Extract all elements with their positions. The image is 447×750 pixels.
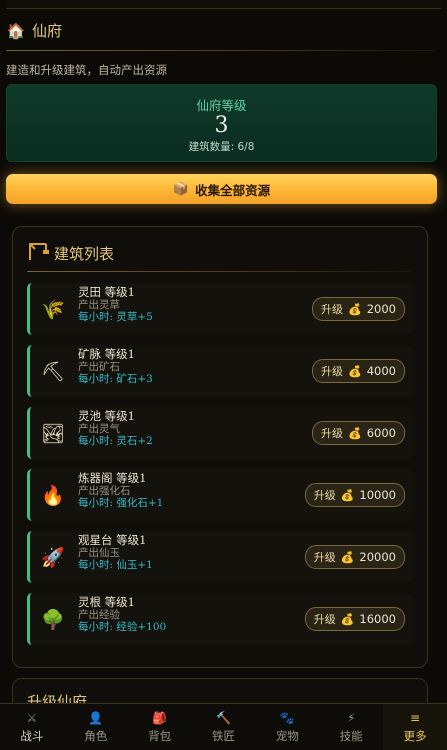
section-header: 🏠 仙府 <box>6 20 62 41</box>
money-bag-icon: 💰 <box>348 364 362 378</box>
lightning-icon: ⚡ <box>347 711 356 725</box>
grain-icon: 🌾 <box>41 298 65 321</box>
paw-icon: 🐾 <box>279 711 295 725</box>
collect-all-button[interactable]: 📦 收集全部资源 <box>6 174 437 204</box>
pickaxe-icon: ⛏ <box>40 360 66 383</box>
building-row: 🌾 灵田 等级1 产出灵草 每小时: 灵草+5 升级 💰 2000 <box>27 283 413 335</box>
rocket-icon: 🚀 <box>41 546 65 569</box>
building-rate: 每小时: 灵草+5 <box>78 311 153 323</box>
bag-icon: 🎒 <box>152 711 168 725</box>
box-icon: 📦 <box>172 181 190 197</box>
building-count: 建筑数量: 6/8 <box>188 141 255 153</box>
building-row: 🔥 炼器阁 等级1 产出强化石 每小时: 强化石+1 升级 💰 10000 <box>27 469 413 521</box>
nav-battle[interactable]: ⚔ 战斗 <box>0 704 64 750</box>
upgrade-button[interactable]: 升级 💰 6000 <box>312 421 405 445</box>
header-divider <box>6 50 435 51</box>
building-name: 炼器阁 等级1 <box>78 471 147 485</box>
building-produce: 产出灵气 <box>78 422 120 435</box>
building-name: 灵根 等级1 <box>78 595 135 609</box>
building-name: 灵池 等级1 <box>78 409 135 423</box>
nav-bag[interactable]: 🎒 背包 <box>128 704 192 750</box>
building-rate: 每小时: 矿石+3 <box>78 373 153 385</box>
upgrade-button[interactable]: 升级 💰 10000 <box>304 483 405 507</box>
upgrade-button[interactable]: 升级 💰 2000 <box>312 297 405 321</box>
upgrade-cost: 6000 <box>366 426 396 440</box>
building-rate: 每小时: 经验+100 <box>78 621 167 633</box>
nav-label: 技能 <box>339 729 363 743</box>
building-row: 🚀 观星台 等级1 产出仙玉 每小时: 仙玉+1 升级 💰 20000 <box>27 531 413 583</box>
building-produce: 产出灵草 <box>78 298 120 311</box>
upgrade-button[interactable]: 升级 💰 20000 <box>304 545 405 569</box>
building-produce: 产出矿石 <box>78 360 120 373</box>
building-produce: 产出经验 <box>78 608 120 621</box>
nav-label: 宠物 <box>275 729 299 743</box>
nav-skills[interactable]: ⚡ 技能 <box>319 704 383 750</box>
money-bag-icon: 💰 <box>340 488 355 502</box>
building-rate: 每小时: 强化石+1 <box>78 497 164 509</box>
building-produce: 产出仙玉 <box>78 546 120 559</box>
nav-character[interactable]: 👤 角色 <box>64 704 128 750</box>
nav-blacksmith[interactable]: 🔨 铁匠 <box>192 704 256 750</box>
level-card: 仙府等级 3 建筑数量: 6/8 <box>6 84 437 162</box>
upgrade-cost: 4000 <box>366 364 396 378</box>
upgrade-button[interactable]: 升级 💰 16000 <box>304 607 405 631</box>
person-icon: 👤 <box>88 711 104 725</box>
collect-all-label: 收集全部资源 <box>195 182 271 198</box>
money-bag-icon: 💰 <box>340 550 355 564</box>
upgrade-label: 升级 <box>321 365 344 378</box>
level-value: 3 <box>214 113 229 138</box>
upgrade-cost: 10000 <box>359 488 396 502</box>
building-row: 🏞 灵池 等级1 产出灵气 每小时: 灵石+2 升级 💰 6000 <box>27 407 413 459</box>
crane-icon <box>27 241 49 265</box>
nav-label: 铁匠 <box>212 729 235 743</box>
upgrade-button[interactable]: 升级 💰 4000 <box>312 359 405 383</box>
nav-label: 角色 <box>84 729 108 743</box>
money-bag-icon: 💰 <box>340 612 355 626</box>
nav-label: 战斗 <box>20 729 44 743</box>
building-row: ⛏ 矿脉 等级1 产出矿石 每小时: 矿石+3 升级 💰 4000 <box>27 345 413 397</box>
bottom-nav: ⚔ 战斗 👤 角色 🎒 背包 🔨 铁匠 🐾 宠物 ⚡ 技能 ≡ 更多 <box>0 703 447 750</box>
tree-icon: 🌳 <box>41 608 65 631</box>
upgrade-cost: 16000 <box>359 612 396 626</box>
nav-more[interactable]: ≡ 更多 <box>383 704 447 750</box>
building-row: 🌳 灵根 等级1 产出经验 每小时: 经验+100 升级 💰 16000 <box>27 593 413 645</box>
upgrade-cost: 2000 <box>366 302 396 316</box>
nav-label: 背包 <box>148 729 172 743</box>
building-list-panel: 建筑列表 🌾 灵田 等级1 产出灵草 每小时: 灵草+5 升级 💰 2000 ⛏… <box>12 226 428 668</box>
level-label: 仙府等级 <box>196 98 247 113</box>
top-strip <box>6 0 441 9</box>
nav-label: 更多 <box>403 729 427 743</box>
upgrade-label: 升级 <box>321 303 344 316</box>
landscape-icon: 🏞 <box>40 422 66 445</box>
building-rate: 每小时: 灵石+2 <box>78 435 153 447</box>
money-bag-icon: 💰 <box>348 302 362 316</box>
upgrade-label: 升级 <box>321 427 344 440</box>
page-title: 仙府 <box>32 22 63 40</box>
house-icon: 🏠 <box>6 21 26 40</box>
menu-icon: ≡ <box>410 711 421 725</box>
swords-icon: ⚔ <box>26 711 38 725</box>
building-name: 观星台 等级1 <box>78 533 147 547</box>
building-list-title: 建筑列表 <box>54 244 115 263</box>
money-bag-icon: 💰 <box>348 426 362 440</box>
upgrade-label: 升级 <box>313 551 336 564</box>
upgrade-cost: 20000 <box>359 550 396 564</box>
upgrade-label: 升级 <box>313 489 336 502</box>
section-description: 建造和升级建筑，自动产出资源 <box>6 63 167 77</box>
list-divider <box>27 271 413 272</box>
fire-icon: 🔥 <box>41 484 65 507</box>
upgrade-label: 升级 <box>313 613 336 626</box>
building-produce: 产出强化石 <box>78 484 131 497</box>
building-name: 灵田 等级1 <box>78 285 135 299</box>
hammer-icon: 🔨 <box>216 711 231 725</box>
building-list-header: 建筑列表 <box>27 241 114 265</box>
building-rate: 每小时: 仙玉+1 <box>78 559 153 571</box>
nav-pet[interactable]: 🐾 宠物 <box>255 704 319 750</box>
building-name: 矿脉 等级1 <box>78 347 135 361</box>
